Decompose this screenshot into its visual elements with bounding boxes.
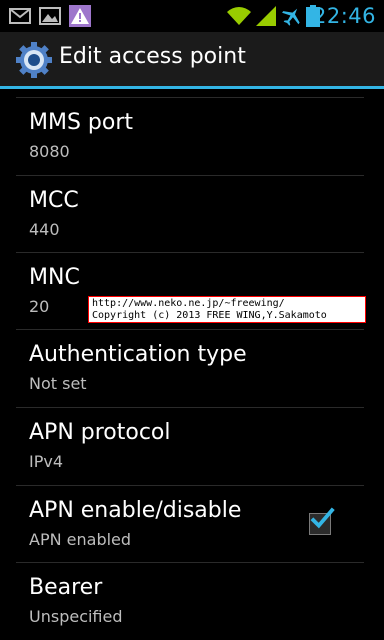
- status-bar: 22:46: [0, 0, 384, 32]
- pref-summary: 440: [29, 220, 60, 239]
- pref-title: Authentication type: [29, 342, 247, 367]
- checkmark-icon: [310, 507, 335, 529]
- list-divider: [16, 329, 364, 330]
- wifi-icon: [227, 7, 251, 25]
- airplane-icon: [282, 8, 300, 26]
- list-divider: [16, 97, 364, 98]
- preference-list[interactable]: MMS port 8080 MCC 440 MNC 20 Authenticat…: [0, 89, 384, 640]
- list-divider: [16, 175, 364, 176]
- pref-title: MCC: [29, 188, 79, 213]
- image-icon: [39, 7, 61, 25]
- pref-title: APN protocol: [29, 420, 171, 445]
- pref-summary: Unspecified: [29, 607, 123, 626]
- apn-enable-checkbox[interactable]: [309, 507, 335, 535]
- list-divider: [16, 485, 364, 486]
- watermark-box: http://www.neko.ne.jp/~freewing/ Copyrig…: [88, 296, 366, 323]
- pref-title: MMS port: [29, 110, 134, 135]
- signal-icon: [256, 6, 276, 26]
- page-title: Edit access point: [59, 44, 246, 69]
- watermark-line-1: http://www.neko.ne.jp/~freewing/: [92, 298, 285, 309]
- android-screen: 22:46 Edit access point MMS port 8080 MC…: [0, 0, 384, 640]
- pref-summary: IPv4: [29, 452, 64, 471]
- pref-title: Bearer: [29, 575, 103, 600]
- pref-summary: Not set: [29, 374, 87, 393]
- status-time: 22:46: [312, 4, 376, 28]
- gmail-icon: [9, 8, 31, 24]
- watermark-line-2: Copyright (c) 2013 FREE WING,Y.Sakamoto: [92, 310, 327, 321]
- pref-title: MNC: [29, 265, 80, 290]
- pref-summary: APN enabled: [29, 530, 132, 549]
- list-divider: [16, 562, 364, 563]
- warning-icon: [69, 5, 91, 27]
- list-divider: [16, 407, 364, 408]
- settings-gear-icon[interactable]: [14, 40, 54, 80]
- pref-title: APN enable/disable: [29, 498, 242, 523]
- pref-summary: 8080: [29, 142, 70, 161]
- list-divider: [16, 252, 364, 253]
- pref-summary: 20: [29, 297, 50, 316]
